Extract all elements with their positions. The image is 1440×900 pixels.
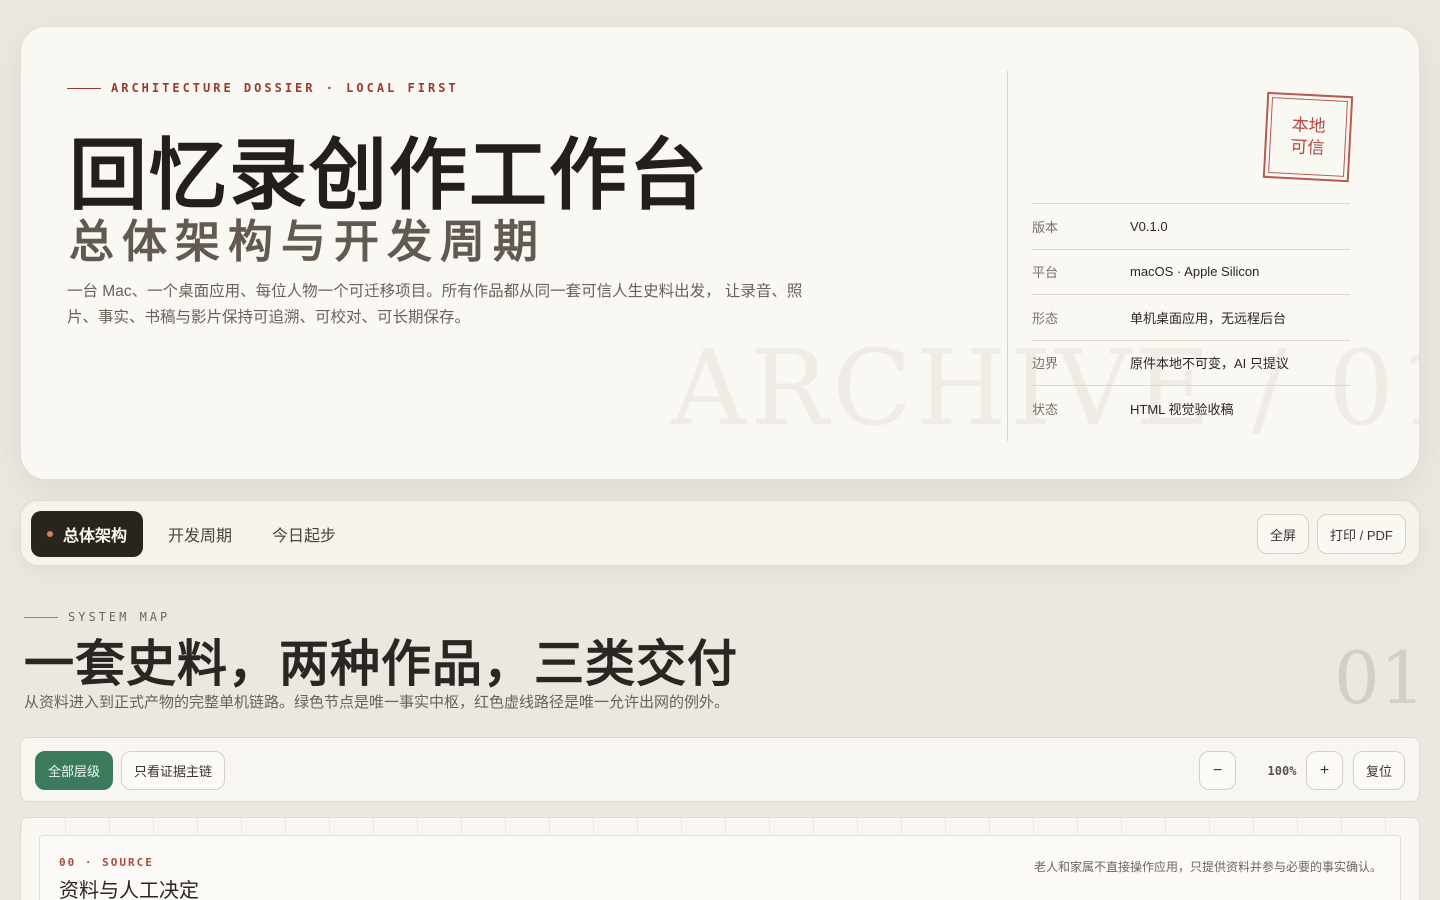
layer-note: 老人和家属不直接操作应用，只提供资料并参与必要的事实确认。 [1033, 860, 1382, 874]
meta-row-form: 形态 单机桌面应用，无远程后台 [1032, 294, 1350, 340]
hero-divider [1007, 71, 1008, 441]
evidence-only-button[interactable]: 只看证据主链 [121, 751, 226, 790]
hero-description: 一台 Mac、一个桌面应用、每位人物一个可迁移项目。所有作品都从同一套可信人生史… [67, 283, 803, 326]
meta-value: macOS · Apple Silicon [1130, 264, 1260, 280]
meta-key: 平台 [1032, 265, 1059, 281]
meta-key: 版本 [1032, 219, 1059, 235]
map-toolbar: 全部层级 只看证据主链 − 100% + 复位 [20, 737, 1420, 802]
page-subtitle: 总体架构与开发周期 [69, 215, 547, 268]
active-dot-icon [47, 531, 53, 537]
meta-value: HTML 视觉验收稿 [1130, 401, 1234, 417]
print-pdf-button[interactable]: 打印 / PDF [1317, 514, 1406, 554]
tab-dev-cycle[interactable]: 开发周期 [152, 511, 248, 557]
tab-label: 今日起步 [272, 528, 337, 545]
zoom-in-button[interactable]: + [1306, 751, 1343, 790]
hero-card: ARCHITECTURE DOSSIER · LOCAL FIRST 回忆录创作… [20, 26, 1420, 480]
section-eyebrow-text: SYSTEM MAP [68, 610, 171, 624]
reset-button[interactable]: 复位 [1353, 751, 1406, 790]
meta-value: 单机桌面应用，无远程后台 [1130, 310, 1287, 326]
layer-source: 00 · SOURCE 资料与人工决定 老人和家属不直接操作应用，只提供资料并参… [39, 835, 1401, 900]
meta-key: 形态 [1032, 310, 1059, 326]
hero-eyebrow: ARCHITECTURE DOSSIER · LOCAL FIRST [67, 81, 459, 95]
section-nav: 总体架构 开发周期 今日起步 全屏 打印 / PDF [20, 500, 1420, 566]
section-title: 一套史料，两种作品，三类交付 [24, 634, 738, 693]
fullscreen-button[interactable]: 全屏 [1257, 514, 1310, 554]
all-layers-button[interactable]: 全部层级 [35, 751, 114, 790]
zoom-level: 100% [1267, 763, 1297, 778]
meta-row-version: 版本 V0.1.0 [1032, 203, 1350, 249]
system-map-canvas[interactable]: 00 · SOURCE 资料与人工决定 老人和家属不直接操作应用，只提供资料并参… [20, 817, 1420, 900]
section-number: 01 [1334, 636, 1426, 720]
tab-label: 总体架构 [63, 528, 128, 545]
meta-row-boundary: 边界 原件本地不可变，AI 只提议 [1032, 339, 1350, 386]
tab-start-today[interactable]: 今日起步 [256, 511, 352, 557]
meta-value: 原件本地不可变，AI 只提议 [1130, 356, 1289, 372]
section-eyebrow: SYSTEM MAP [24, 610, 170, 624]
hero-eyebrow-text: ARCHITECTURE DOSSIER · LOCAL FIRST [111, 81, 459, 95]
layer-tag: 00 · SOURCE [59, 856, 154, 869]
eyebrow-rule [24, 616, 58, 618]
stamp-text: 本地可信 [1289, 115, 1327, 159]
layer-title: 资料与人工决定 [59, 878, 199, 900]
tab-label: 开发周期 [168, 528, 233, 545]
tab-architecture[interactable]: 总体架构 [31, 511, 144, 557]
meta-row-status: 状态 HTML 视觉验收稿 [1032, 385, 1350, 431]
eyebrow-rule [67, 87, 101, 89]
meta-key: 边界 [1032, 356, 1059, 372]
meta-key: 状态 [1032, 401, 1059, 417]
meta-value: V0.1.0 [1130, 218, 1168, 234]
local-trust-stamp: 本地可信 [1262, 91, 1354, 183]
meta-table: 版本 V0.1.0 平台 macOS · Apple Silicon 形态 单机… [1032, 203, 1350, 431]
section-description: 从资料进入到正式产物的完整单机链路。绿色节点是唯一事实中枢，红色虚线路径是唯一允… [24, 694, 730, 711]
meta-row-platform: 平台 macOS · Apple Silicon [1032, 248, 1350, 295]
zoom-out-button[interactable]: − [1199, 751, 1236, 790]
